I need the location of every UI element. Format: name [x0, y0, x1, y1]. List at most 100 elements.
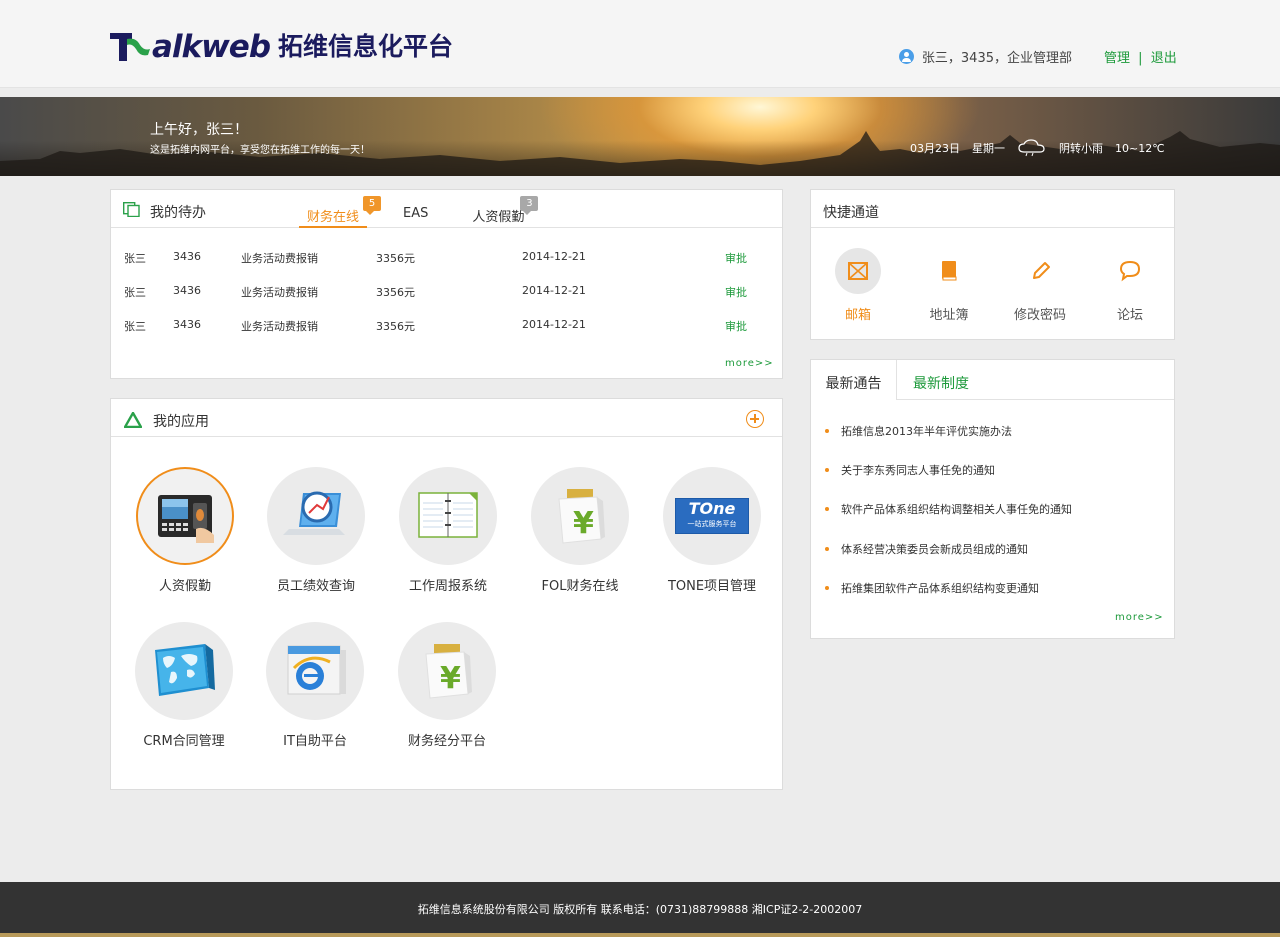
weekday-text: 星期一 [972, 142, 1005, 155]
notice-item[interactable]: 拓维信息2013年半年评优实施办法 [825, 423, 1012, 439]
finance-yen-icon: ¥ [531, 467, 629, 565]
todo-panel-header: 我的待办 财务在线 5 EAS 人资假勤 3 [111, 190, 782, 228]
quick-access-title: 快捷通道 [823, 205, 879, 221]
app-label: 人资假勤 [158, 579, 211, 594]
tab-label: 人资假勤 [472, 210, 525, 225]
cell-amount: 3356元 [376, 320, 415, 333]
add-app-icon[interactable] [746, 410, 764, 428]
chat-bubble-icon [1107, 248, 1153, 294]
quick-access-header: 快捷通道 [811, 190, 1174, 228]
app-crm-contract[interactable]: CRM合同管理 [118, 622, 250, 749]
notice-item[interactable]: 体系经营决策委员会新成员组成的通知 [825, 541, 1028, 557]
quick-label: 论坛 [1116, 308, 1143, 323]
cell-amount: 3356元 [376, 252, 415, 265]
table-row: 张三 3436 业务活动费报销 3356元 2014-12-21 审批 [111, 316, 782, 336]
tab-eas[interactable]: EAS [403, 190, 428, 228]
app-hr-attendance[interactable]: 人资假勤 [119, 467, 251, 594]
tab-label: EAS [403, 206, 429, 221]
quick-mail[interactable]: 邮箱 [813, 248, 903, 323]
cell-date: 2014-12-21 [522, 284, 586, 297]
cloud-rain-icon [1018, 139, 1045, 157]
notice-item[interactable]: 拓维集团软件产品体系组织结构变更通知 [825, 580, 1039, 596]
notice-panel: 最新通告 最新制度 拓维信息2013年半年评优实施办法 关于李东秀同志人事任免的… [810, 359, 1175, 639]
cell-id: 3436 [173, 284, 201, 297]
notice-item[interactable]: 软件产品体系组织结构调整相关人事任免的通知 [825, 501, 1072, 517]
temperature-text: 10~12℃ [1115, 141, 1165, 155]
user-info: 张三，3435，企业管理部 [898, 47, 1072, 66]
cell-name: 张三 [124, 252, 146, 265]
cell-name: 张三 [124, 286, 146, 299]
cell-id: 3436 [173, 250, 201, 263]
tone-logo-icon: TOne 一站式服务平台 [663, 467, 761, 565]
manage-link[interactable]: 管理 [1104, 51, 1130, 66]
app-label: FOL财务在线 [541, 579, 619, 594]
notice-item[interactable]: 关于李东秀同志人事任免的通知 [825, 462, 995, 478]
cell-id: 3436 [173, 318, 201, 331]
app-finance-analysis[interactable]: ¥ 财务经分平台 [381, 622, 513, 749]
table-row: 张三 3436 业务活动费报销 3356元 2014-12-21 审批 [111, 282, 782, 302]
app-fol-finance[interactable]: ¥ FOL财务在线 [514, 467, 646, 594]
performance-laptop-icon [267, 467, 365, 565]
pencil-icon [1017, 248, 1063, 294]
approve-link[interactable]: 审批 [725, 284, 747, 300]
quick-forum[interactable]: 论坛 [1085, 248, 1175, 323]
quick-change-password[interactable]: 修改密码 [995, 248, 1085, 323]
link-separator: | [1138, 51, 1143, 66]
weather-text: 阴转小雨 [1059, 142, 1103, 155]
app-tone-project[interactable]: TOne 一站式服务平台 TONE项目管理 [646, 467, 778, 594]
app-weekly-report[interactable]: 工作周报系统 [382, 467, 514, 594]
quick-label: 修改密码 [1013, 308, 1066, 323]
cell-type: 业务活动费报销 [241, 252, 318, 265]
tab-label: 财务在线 [307, 210, 360, 225]
apps-title: 我的应用 [153, 414, 209, 430]
todo-title: 我的待办 [150, 205, 206, 221]
mail-icon [835, 248, 881, 294]
notice-more-link[interactable]: more>> [1115, 612, 1164, 623]
todo-tabs: 财务在线 5 EAS 人资假勤 3 [299, 190, 568, 228]
address-book-icon [926, 248, 972, 294]
logo[interactable]: alkweb 拓维信息化平台 [110, 30, 453, 64]
world-map-icon [135, 622, 233, 720]
apps-triangle-icon [124, 412, 142, 428]
welcome-banner: 上午好，张三！ 这是拓维内网平台，享受您在拓维工作的每一天！ 03月23日 星期… [0, 97, 1280, 176]
app-employee-performance[interactable]: 员工绩效查询 [250, 467, 382, 594]
logout-link[interactable]: 退出 [1151, 51, 1177, 66]
user-info-text: 张三，3435，企业管理部 [921, 51, 1072, 66]
app-it-self-service[interactable]: IT自助平台 [249, 622, 381, 749]
tab-finance-online[interactable]: 财务在线 5 [299, 190, 382, 228]
logo-chinese-title: 拓维信息化平台 [278, 32, 454, 61]
tone-logo-text: TOne [688, 499, 736, 518]
tab-hr-attendance[interactable]: 人资假勤 3 [472, 190, 539, 228]
table-row: 张三 3436 业务活动费报销 3356元 2014-12-21 审批 [111, 248, 782, 268]
tab-latest-notices[interactable]: 最新通告 [811, 360, 897, 400]
user-icon [898, 49, 914, 64]
app-label: 员工绩效查询 [276, 579, 355, 594]
tab-divider [897, 399, 1174, 400]
tab-latest-policies[interactable]: 最新制度 [913, 360, 969, 400]
cell-date: 2014-12-21 [522, 318, 586, 331]
quick-address-book[interactable]: 地址簿 [904, 248, 994, 323]
approve-link[interactable]: 审批 [725, 250, 747, 266]
quick-label: 地址簿 [929, 308, 969, 323]
todo-more-link[interactable]: more>> [725, 358, 774, 369]
approve-link[interactable]: 审批 [725, 318, 747, 334]
count-badge: 3 [520, 196, 539, 215]
cell-type: 业务活动费报销 [241, 286, 318, 299]
app-label: CRM合同管理 [143, 734, 225, 749]
todo-panel: 我的待办 财务在线 5 EAS 人资假勤 3 张三 3436 业务活动费报销 3… [110, 189, 783, 379]
count-badge: 5 [363, 196, 382, 215]
apps-panel-header: 我的应用 [111, 399, 782, 437]
cell-name: 张三 [124, 320, 146, 333]
cell-date: 2014-12-21 [522, 250, 586, 263]
svg-text:¥: ¥ [573, 506, 594, 541]
cell-type: 业务活动费报销 [241, 320, 318, 333]
footer-copyright: 拓维信息系统股份有限公司 版权所有 联系电话：(0731)88799888 湘I… [417, 903, 863, 916]
talkweb-logo-icon [110, 33, 150, 61]
greeting: 上午好，张三！ [150, 122, 248, 138]
quick-access-panel: 快捷通道 邮箱 地址簿 修改密码 论坛 [810, 189, 1175, 340]
top-links: 管理 | 退出 [1104, 47, 1177, 66]
svg-text:¥: ¥ [440, 661, 461, 696]
app-label: 财务经分平台 [407, 734, 486, 749]
apps-panel: 我的应用 人资假勤 员工绩效查询 工作周报系统 ¥ FOL财务在线 TOne 一… [110, 398, 783, 790]
logo-word: alkweb [152, 29, 271, 65]
